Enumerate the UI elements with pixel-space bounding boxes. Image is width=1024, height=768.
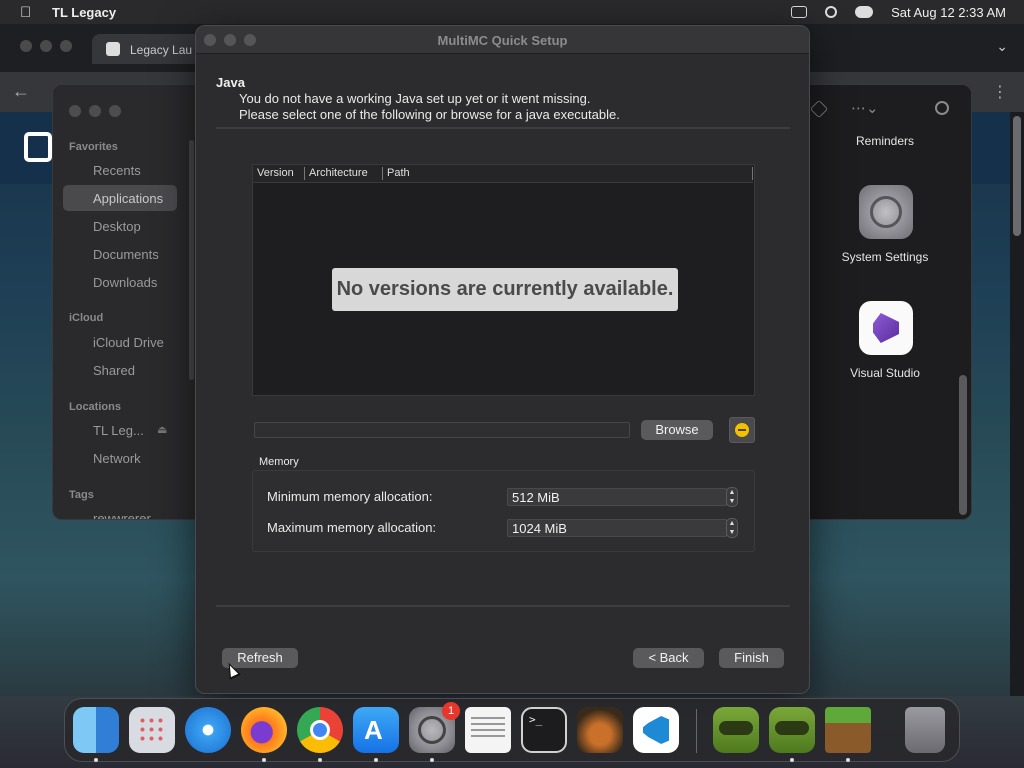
more-menu-icon[interactable]: ⋮: [992, 82, 1008, 102]
sidebar-item-shared[interactable]: Shared: [93, 363, 135, 378]
terminal-dock-icon[interactable]: >_: [521, 707, 567, 753]
top-separator: [216, 127, 790, 129]
visual-studio-app-icon[interactable]: [859, 301, 913, 355]
control-center-icon[interactable]: [855, 6, 874, 18]
favorites-heading: Favorites: [69, 141, 118, 153]
memory-group: Minimum memory allocation: 512 MiB ▲ ▼ Ma…: [252, 470, 755, 552]
browser-tab[interactable]: Legacy Lau: [92, 34, 202, 64]
garageband-dock-icon[interactable]: [577, 707, 623, 753]
max-memory-spinbox[interactable]: 1024 MiB: [507, 519, 727, 537]
max-memory-label: Maximum memory allocation:: [267, 520, 437, 535]
browser-tab-title: Legacy Lau: [130, 43, 193, 57]
running-indicator: [318, 758, 322, 762]
sidebar-item-icloud-drive[interactable]: iCloud Drive: [93, 335, 164, 350]
finder-dock-icon[interactable]: [73, 707, 119, 753]
dialog-title-bar: MultiMC Quick Setup: [196, 26, 809, 54]
safari-dock-icon[interactable]: [185, 707, 231, 753]
clock[interactable]: Sat Aug 12 2:33 AM: [891, 5, 1006, 20]
sidebar-item-desktop[interactable]: Desktop: [93, 219, 141, 234]
app-label-system-settings[interactable]: System Settings: [815, 250, 955, 264]
system-settings-app-icon[interactable]: [859, 185, 913, 239]
running-indicator: [262, 758, 266, 762]
locations-heading: Locations: [69, 401, 121, 413]
running-indicator: [374, 758, 378, 762]
column-header-version[interactable]: Version: [257, 167, 294, 179]
memory-group-label: Memory: [259, 456, 299, 468]
dock-separator: [696, 709, 697, 753]
vscode-dock-icon[interactable]: [633, 707, 679, 753]
warning-status-icon: [735, 423, 749, 437]
java-path-input[interactable]: [254, 422, 630, 438]
multimc-instance-dock-icon[interactable]: [769, 707, 815, 753]
finish-button[interactable]: Finish: [719, 648, 784, 668]
java-status-button[interactable]: [729, 417, 755, 443]
java-versions-list[interactable]: Version Architecture Path No versions ar…: [252, 164, 755, 396]
tl-legacy-logo-icon[interactable]: [24, 132, 52, 162]
browser-zoom-button[interactable]: [60, 40, 72, 52]
multimc-dock-icon[interactable]: [713, 707, 759, 753]
tags-heading: Tags: [69, 489, 94, 501]
dock: A 1 >_: [64, 698, 960, 762]
max-memory-stepper-icon[interactable]: ▲ ▼: [726, 518, 738, 538]
screen-mirroring-icon[interactable]: [791, 6, 808, 18]
launchpad-dock-icon[interactable]: [129, 707, 175, 753]
java-message-line-2: Please select one of the following or br…: [239, 107, 620, 122]
firefox-dock-icon[interactable]: [241, 707, 287, 753]
sidebar-item-documents[interactable]: Documents: [93, 247, 159, 262]
finder-zoom-button[interactable]: [109, 105, 121, 117]
sidebar-scrollbar[interactable]: [189, 140, 194, 380]
icloud-heading: iCloud: [69, 312, 104, 324]
browse-button[interactable]: Browse: [641, 420, 713, 440]
back-arrow-icon[interactable]: ←: [12, 81, 30, 102]
finder-content-scrollbar[interactable]: [959, 375, 967, 515]
page-scrollbar-thumb[interactable]: [1013, 116, 1021, 236]
min-memory-label: Minimum memory allocation:: [267, 489, 433, 504]
java-section-title: Java: [216, 75, 245, 90]
running-indicator: [846, 758, 850, 762]
running-indicator: [790, 758, 794, 762]
running-indicator: [430, 758, 434, 762]
site-favicon-icon: [106, 42, 120, 56]
sidebar-item-tl-legacy[interactable]: TL Leg...: [93, 423, 144, 438]
app-label-reminders[interactable]: Reminders: [815, 134, 955, 148]
eject-icon[interactable]: ⏏: [157, 423, 167, 436]
sidebar-item-applications[interactable]: Applications: [93, 191, 163, 206]
min-memory-spinbox[interactable]: 512 MiB: [507, 488, 727, 506]
spotlight-search-icon[interactable]: [825, 6, 838, 18]
tab-list-chevron-icon[interactable]: ⌄: [996, 38, 1008, 55]
java-list-header: Version Architecture Path: [253, 165, 753, 183]
sidebar-item-recents[interactable]: Recents: [93, 163, 141, 178]
notification-badge: 1: [442, 702, 460, 720]
bottom-separator: [216, 605, 790, 607]
running-indicator: [94, 758, 98, 762]
minecraft-dock-icon[interactable]: [825, 707, 871, 753]
textedit-dock-icon[interactable]: [465, 707, 511, 753]
sidebar-item-tag[interactable]: rewwrerer: [93, 511, 151, 519]
finder-sidebar: Favorites Recents Applications Desktop D…: [53, 85, 197, 519]
java-message-line-1: You do not have a working Java set up ye…: [239, 91, 591, 106]
active-app-name[interactable]: TL Legacy: [52, 5, 116, 20]
chrome-dock-icon[interactable]: [297, 707, 343, 753]
browser-minimize-button[interactable]: [40, 40, 52, 52]
more-actions-icon[interactable]: ⋯⌄: [851, 99, 879, 117]
menu-bar-status: Sat Aug 12 2:33 AM: [791, 0, 1006, 24]
column-header-architecture[interactable]: Architecture: [309, 167, 368, 179]
browser-close-button[interactable]: [20, 40, 32, 52]
finder-minimize-button[interactable]: [89, 105, 101, 117]
min-memory-stepper-icon[interactable]: ▲ ▼: [726, 487, 738, 507]
trash-dock-icon[interactable]: [905, 707, 945, 753]
back-button[interactable]: < Back: [633, 648, 704, 668]
finder-search-icon[interactable]: [935, 101, 949, 115]
sidebar-item-network[interactable]: Network: [93, 451, 141, 466]
apple-menu-icon[interactable]: : [20, 4, 36, 21]
multimc-quick-setup-dialog: MultiMC Quick Setup Java You do not have…: [195, 25, 810, 694]
finder-close-button[interactable]: [69, 105, 81, 117]
app-label-visual-studio[interactable]: Visual Studio: [815, 366, 955, 380]
app-store-dock-icon[interactable]: A: [353, 707, 399, 753]
column-header-path[interactable]: Path: [387, 167, 410, 179]
sidebar-item-downloads[interactable]: Downloads: [93, 275, 157, 290]
menu-bar:  TL Legacy Sat Aug 12 2:33 AM: [0, 0, 1024, 24]
dialog-title: MultiMC Quick Setup: [437, 33, 568, 48]
empty-list-message: No versions are currently available.: [332, 268, 678, 311]
